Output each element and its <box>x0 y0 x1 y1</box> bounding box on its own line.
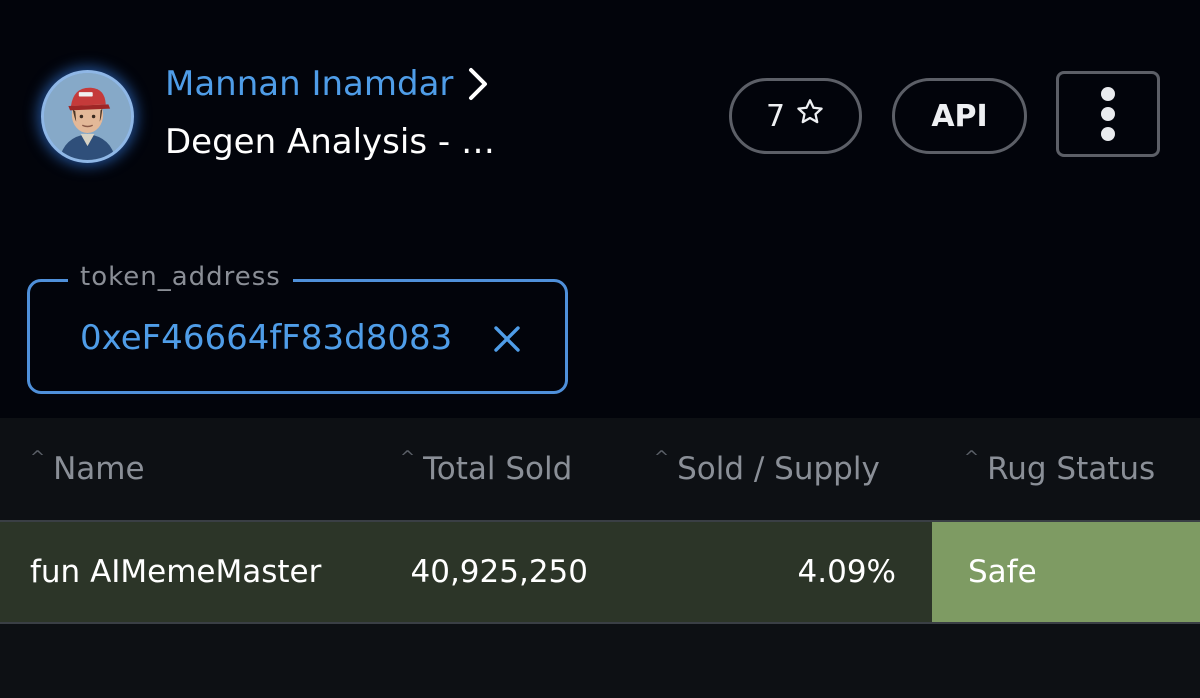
more-vertical-icon <box>1101 87 1115 101</box>
cell-total-sold: 40,925,250 <box>410 554 589 590</box>
star-button[interactable]: 7 <box>729 78 862 154</box>
author-link[interactable]: Mannan Inamdar <box>165 64 489 104</box>
avatar-image <box>44 73 131 160</box>
page-title: Degen Analysis - Degen Token Sale Analys… <box>165 122 510 162</box>
cell-name: fun AIMemeMaster <box>30 554 322 590</box>
sort-caret-icon: ^ <box>964 446 980 468</box>
token-address-field[interactable]: token_address 0xeF46664fF83d8083 <box>27 262 568 394</box>
results-table: ^ Name ^ Total Sold ^ Sold / Supply ^ Ru… <box>0 418 1200 698</box>
table-row[interactable]: fun AIMemeMaster 40,925,250 4.09% Safe <box>0 520 1200 624</box>
column-header-rug-status[interactable]: ^ Rug Status <box>964 418 1155 520</box>
chevron-right-icon[interactable] <box>467 66 489 102</box>
rug-status-badge: Safe <box>932 522 1200 622</box>
api-button[interactable]: API <box>892 78 1027 154</box>
sort-caret-icon: ^ <box>30 446 46 468</box>
table-header: ^ Name ^ Total Sold ^ Sold / Supply ^ Ru… <box>0 418 1200 520</box>
clear-icon[interactable] <box>490 322 524 356</box>
token-address-input[interactable]: 0xeF46664fF83d8083 <box>80 318 484 358</box>
column-header-sold-supply[interactable]: ^ Sold / Supply <box>654 418 880 520</box>
sort-caret-icon: ^ <box>654 446 670 468</box>
column-header-total-sold[interactable]: ^ Total Sold <box>400 418 572 520</box>
more-options-button[interactable] <box>1056 71 1160 157</box>
author-name[interactable]: Mannan Inamdar <box>165 64 453 104</box>
column-header-name[interactable]: ^ Name <box>30 418 145 520</box>
star-count: 7 <box>765 98 786 134</box>
sort-caret-icon: ^ <box>400 446 416 468</box>
star-icon <box>795 97 825 135</box>
cell-sold-supply: 4.09% <box>797 554 896 590</box>
field-label: token_address <box>68 262 293 292</box>
avatar[interactable] <box>41 70 134 163</box>
